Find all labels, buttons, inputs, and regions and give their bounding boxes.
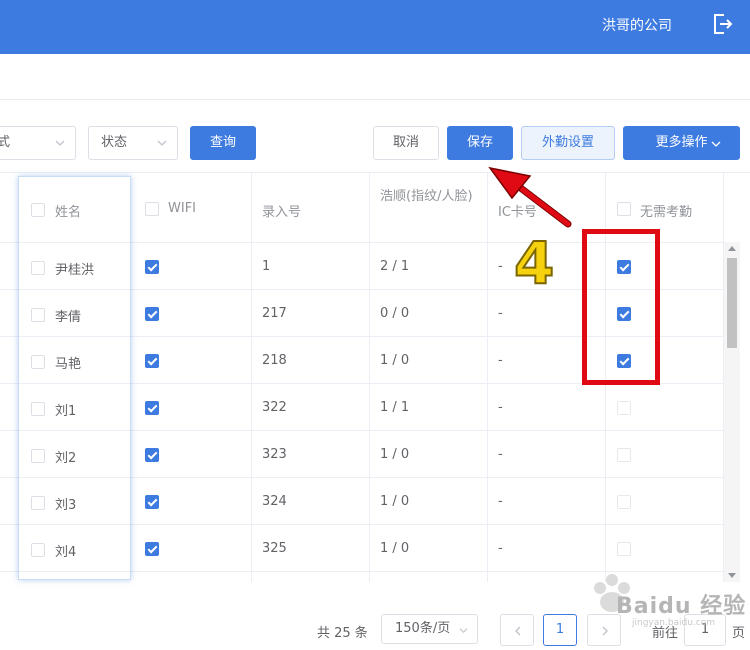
row-divider xyxy=(19,477,130,478)
wifi-checkbox[interactable] xyxy=(145,495,159,509)
employee-name: 尹桂洪 xyxy=(55,263,95,278)
wifi-select-all-checkbox[interactable] xyxy=(145,202,159,216)
employee-name: 刘1 xyxy=(55,404,77,419)
employee-name: 刘2 xyxy=(55,451,77,466)
prev-page-button[interactable] xyxy=(500,614,534,646)
wifi-checkbox[interactable] xyxy=(145,307,159,321)
row-divider xyxy=(19,289,130,290)
name-header: 姓名 xyxy=(55,205,82,220)
ic-card-cell: - xyxy=(498,353,503,368)
haoshun-header: 浩顺(指纹/人脸) xyxy=(380,189,473,204)
more-actions-label: 更多操作 xyxy=(655,135,708,150)
row-select-checkbox[interactable] xyxy=(31,402,45,416)
record-no-cell: 322 xyxy=(262,400,287,415)
company-name[interactable]: 洪哥的公司 xyxy=(602,15,672,35)
page-size-value: 150条/页 xyxy=(395,621,451,636)
no-attendance-checkbox[interactable] xyxy=(617,495,631,509)
row-divider xyxy=(19,336,130,337)
haoshun-cell: 1 / 0 xyxy=(380,494,410,509)
scroll-thumb[interactable] xyxy=(727,258,737,348)
record-no-cell: 324 xyxy=(262,494,287,509)
wifi-checkbox[interactable] xyxy=(145,448,159,462)
row-select-checkbox[interactable] xyxy=(31,261,45,275)
page-number-button[interactable]: 1 xyxy=(543,614,577,646)
save-button[interactable]: 保存 xyxy=(447,126,513,160)
watermark-brand: Baidu 经验 xyxy=(616,594,747,619)
column-divider xyxy=(251,173,252,582)
step-number-annotation: 4 xyxy=(513,229,555,297)
employee-name: 刘3 xyxy=(55,498,77,513)
record-no-cell: 325 xyxy=(262,541,287,556)
top-bar: 洪哥的公司 xyxy=(0,0,750,54)
name-select-all-checkbox[interactable] xyxy=(31,203,45,217)
status-select[interactable]: 状态 xyxy=(88,126,178,160)
row-divider xyxy=(19,242,130,243)
no-attendance-select-all-checkbox[interactable] xyxy=(617,202,631,216)
employee-name: 刘4 xyxy=(55,545,77,560)
haoshun-cell: 1 / 0 xyxy=(380,447,410,462)
mode-select-value: 式 xyxy=(0,135,11,150)
no-attendance-checkbox[interactable] xyxy=(617,542,631,556)
sub-header xyxy=(0,54,750,100)
haoshun-cell: 1 / 1 xyxy=(380,400,410,415)
ic-card-cell: - xyxy=(498,400,503,415)
employee-name: 马艳 xyxy=(55,357,82,372)
row-select-checkbox[interactable] xyxy=(31,449,45,463)
red-arrow-icon xyxy=(488,166,572,228)
no-attendance-checkbox[interactable] xyxy=(617,401,631,415)
watermark-url: jingyan.baidu.com xyxy=(632,618,716,628)
haoshun-cell: 1 / 0 xyxy=(380,541,410,556)
chevron-right-icon xyxy=(602,626,608,636)
field-settings-button[interactable]: 外勤设置 xyxy=(521,126,615,160)
no-attendance-checkbox[interactable] xyxy=(617,448,631,462)
row-select-checkbox[interactable] xyxy=(31,543,45,557)
ic-card-cell: - xyxy=(498,541,503,556)
highlight-box xyxy=(582,229,660,385)
filter-toolbar: 式 状态 查询 取消 保存 外勤设置 更多操作 xyxy=(0,126,750,160)
record-no-cell: 217 xyxy=(262,306,287,321)
employee-name: 李倩 xyxy=(55,310,82,325)
scroll-up-arrow-icon[interactable] xyxy=(728,246,736,251)
wifi-checkbox[interactable] xyxy=(145,260,159,274)
wifi-checkbox[interactable] xyxy=(145,542,159,556)
row-divider xyxy=(19,524,130,525)
status-select-value: 状态 xyxy=(101,135,128,150)
ic-card-cell: - xyxy=(498,259,503,274)
record-no-cell: 218 xyxy=(262,353,287,368)
wifi-checkbox[interactable] xyxy=(145,354,159,368)
logout-icon[interactable] xyxy=(710,12,734,36)
cancel-button[interactable]: 取消 xyxy=(373,126,439,160)
row-divider xyxy=(19,430,130,431)
fixed-name-column: 姓名 尹桂洪 李倩 马艳 刘1 刘2 刘3 刘4 xyxy=(18,176,131,580)
chevron-down-icon xyxy=(55,140,65,146)
ic-card-cell: - xyxy=(498,447,503,462)
row-divider xyxy=(19,383,130,384)
haoshun-cell: 2 / 1 xyxy=(380,259,410,274)
haoshun-cell: 1 / 0 xyxy=(380,353,410,368)
chevron-down-icon xyxy=(157,140,167,146)
mode-select[interactable]: 式 xyxy=(0,126,76,160)
query-button[interactable]: 查询 xyxy=(190,126,256,160)
page-size-select[interactable]: 150条/页 xyxy=(381,614,478,644)
column-divider xyxy=(369,173,370,582)
haoshun-cell: 0 / 0 xyxy=(380,306,410,321)
wifi-checkbox[interactable] xyxy=(145,401,159,415)
row-select-checkbox[interactable] xyxy=(31,355,45,369)
table-scrollbar[interactable] xyxy=(724,242,740,582)
record-no-cell: 1 xyxy=(262,259,271,274)
row-select-checkbox[interactable] xyxy=(31,308,45,322)
chevron-left-icon xyxy=(515,626,521,636)
chevron-down-icon xyxy=(459,628,468,634)
ic-card-cell: - xyxy=(498,494,503,509)
chevron-down-icon xyxy=(711,141,721,147)
more-actions-button[interactable]: 更多操作 xyxy=(623,126,740,160)
row-select-checkbox[interactable] xyxy=(31,496,45,510)
row-divider xyxy=(19,571,130,572)
ic-card-cell: - xyxy=(498,306,503,321)
record-no-header: 录入号 xyxy=(262,205,302,220)
record-no-cell: 323 xyxy=(262,447,287,462)
total-count: 共 25 条 xyxy=(317,626,368,641)
wifi-header: WIFI xyxy=(168,201,196,216)
no-attendance-header: 无需考勤 xyxy=(640,205,693,220)
